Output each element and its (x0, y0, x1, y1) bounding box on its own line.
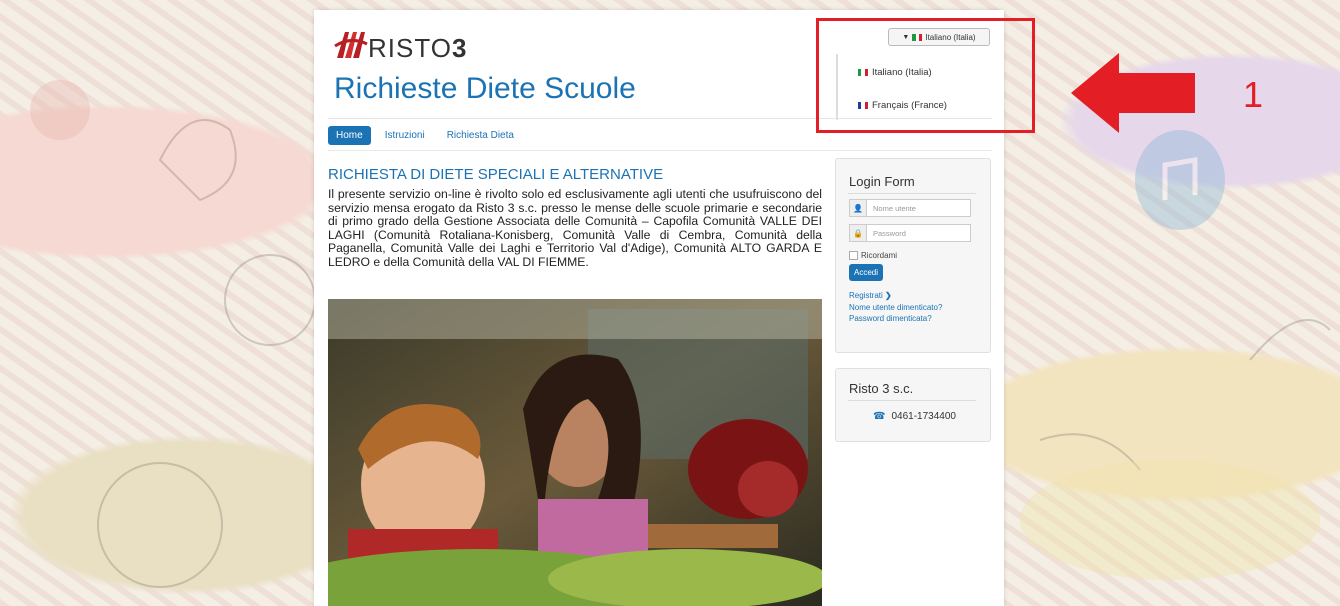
checkbox-box[interactable] (849, 251, 858, 260)
annotation-arrow-left-icon (1071, 53, 1195, 133)
risto3-logo-icon (334, 32, 368, 58)
main-nav: Home Istruzioni Richiesta Dieta (328, 126, 522, 145)
contact-title: Risto 3 s.c. (849, 381, 914, 396)
remember-me-checkbox[interactable]: Ricordami (849, 251, 897, 260)
wheel-decoration (224, 254, 316, 346)
article-body: Il presente servizio on-line è rivolto s… (328, 187, 822, 269)
nav-item-richiesta-dieta[interactable]: Richiesta Dieta (439, 126, 522, 145)
username-input-group: 👤 Nome utente (849, 199, 971, 217)
login-form-panel: Login Form 👤 Nome utente 🔒 Password Rico… (835, 158, 991, 353)
phone-number: ☎ 0461-1734400 (873, 411, 956, 422)
login-title-divider (848, 193, 976, 194)
remember-me-label: Ricordami (861, 251, 898, 260)
register-link[interactable]: Registrati ❯ (849, 291, 892, 300)
nav-item-istruzioni[interactable]: Istruzioni (377, 126, 433, 145)
annotation-label: 1 (1243, 74, 1264, 115)
music-bubble (1135, 130, 1225, 230)
forgot-password-link[interactable]: Password dimenticata? (849, 314, 932, 323)
login-button[interactable]: Accedi (849, 264, 883, 281)
lock-icon: 🔒 (849, 224, 867, 242)
user-icon: 👤 (849, 199, 867, 217)
logo-wordmark: RISTO3 (368, 33, 468, 63)
chevron-right-icon: ❯ (885, 291, 892, 300)
article-title: RICHIESTA DI DIETE SPECIALI E ALTERNATIV… (328, 166, 664, 183)
phone-icon: ☎ (873, 411, 886, 422)
unicycle-wheel (97, 462, 223, 588)
forgot-username-link[interactable]: Nome utente dimenticato? (849, 303, 942, 312)
contact-title-divider (848, 400, 976, 401)
site-title: Richieste Diete Scuole (334, 72, 636, 105)
password-input[interactable]: Password (867, 224, 971, 242)
nav-item-home[interactable]: Home (328, 126, 371, 145)
login-form-title: Login Form (849, 174, 915, 189)
nav-divider (328, 150, 992, 151)
password-input-group: 🔒 Password (849, 224, 971, 242)
children-cafeteria-photo (328, 299, 822, 606)
annotation-highlight-box (816, 18, 1035, 133)
contact-panel: Risto 3 s.c. ☎ 0461-1734400 (835, 368, 991, 442)
username-input[interactable]: Nome utente (867, 199, 971, 217)
